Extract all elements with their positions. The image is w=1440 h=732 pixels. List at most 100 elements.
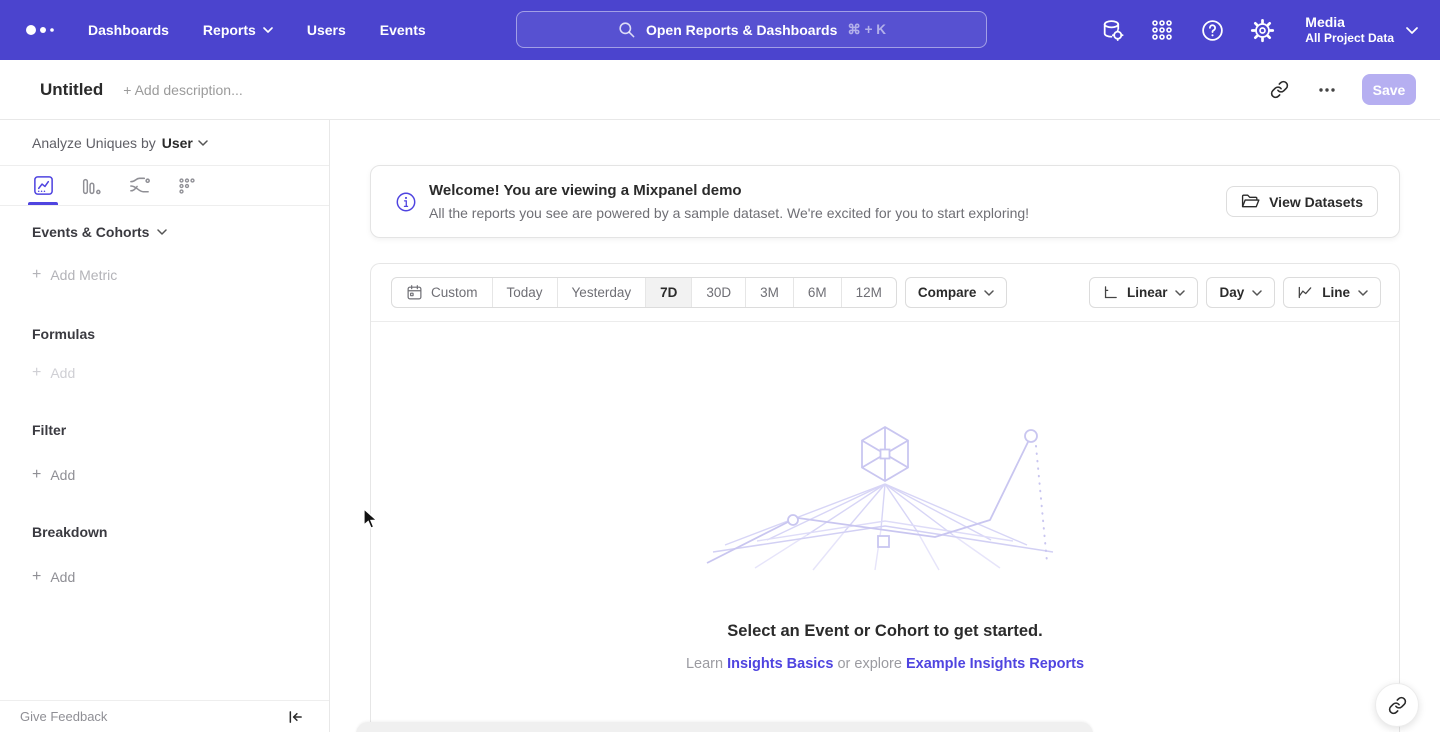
range-label: Custom bbox=[431, 285, 478, 300]
breakdown-label: Breakdown bbox=[32, 524, 107, 540]
chevron-down-icon bbox=[198, 140, 208, 146]
plus-icon: + bbox=[32, 568, 41, 586]
nav-label: Reports bbox=[203, 22, 256, 38]
or-explore-text: or explore bbox=[837, 656, 901, 672]
range-30d[interactable]: 30D bbox=[691, 278, 745, 307]
search-placeholder: Open Reports & Dashboards bbox=[646, 22, 837, 38]
search-shortcut-hint: ⌘ + K bbox=[847, 22, 886, 38]
plus-icon: + bbox=[32, 266, 41, 284]
chevron-down-icon bbox=[157, 229, 167, 235]
nav-label: Dashboards bbox=[88, 22, 169, 38]
report-title[interactable]: Untitled bbox=[40, 80, 103, 100]
sidebar-footer: Give Feedback bbox=[0, 700, 329, 732]
more-options-icon[interactable] bbox=[1314, 77, 1340, 103]
analyze-entity-dropdown[interactable]: User bbox=[162, 135, 208, 151]
project-name: Media bbox=[1305, 14, 1394, 31]
granularity-dropdown[interactable]: Day bbox=[1206, 277, 1275, 308]
add-filter-button[interactable]: + Add bbox=[32, 466, 75, 484]
bar-chart-icon bbox=[80, 175, 102, 197]
compare-dropdown[interactable]: Compare bbox=[905, 277, 1008, 308]
report-toolbar: Untitled + Add description... Save bbox=[0, 60, 1440, 120]
linear-axes-icon bbox=[1102, 284, 1119, 301]
add-breakdown-button[interactable]: + Add bbox=[32, 568, 75, 586]
insights-basics-link[interactable]: Insights Basics bbox=[727, 656, 833, 672]
tab-flow-chart[interactable] bbox=[126, 166, 152, 205]
add-metric-label: Add Metric bbox=[50, 267, 117, 283]
primary-nav: Dashboards Reports Users Events bbox=[88, 22, 426, 38]
nav-item-events[interactable]: Events bbox=[380, 22, 426, 38]
project-selector[interactable]: Media All Project Data bbox=[1305, 14, 1418, 46]
learn-prefix: Learn bbox=[686, 656, 723, 672]
range-label: Today bbox=[507, 285, 543, 300]
filter-label: Filter bbox=[32, 422, 66, 438]
range-today[interactable]: Today bbox=[492, 278, 557, 307]
empty-state-title: Select an Event or Cohort to get started… bbox=[727, 622, 1042, 641]
results-panel-peek[interactable] bbox=[356, 722, 1093, 732]
view-datasets-button[interactable]: View Datasets bbox=[1226, 186, 1378, 217]
filter-heading: Filter bbox=[32, 422, 66, 438]
formulas-heading: Formulas bbox=[32, 326, 95, 342]
analyze-prefix-label: Analyze Uniques by bbox=[32, 135, 156, 151]
range-label: Yesterday bbox=[572, 285, 632, 300]
chart-display-controls: Linear Day Line bbox=[1089, 277, 1381, 308]
range-7d-selected[interactable]: 7D bbox=[645, 278, 691, 307]
range-yesterday[interactable]: Yesterday bbox=[557, 278, 646, 307]
top-navigation-bar: Dashboards Reports Users Events Open Rep… bbox=[0, 0, 1440, 60]
folder-open-icon bbox=[1241, 193, 1260, 210]
events-cohorts-heading[interactable]: Events & Cohorts bbox=[32, 224, 167, 240]
chevron-down-icon bbox=[1252, 290, 1262, 296]
mixpanel-logo[interactable] bbox=[24, 22, 58, 38]
nav-item-users[interactable]: Users bbox=[307, 22, 346, 38]
tab-bar-chart[interactable] bbox=[78, 166, 104, 205]
range-12m[interactable]: 12M bbox=[841, 278, 896, 307]
chart-controls-row: Custom Today Yesterday 7D 30D 3M 6M 12M … bbox=[371, 264, 1399, 322]
example-reports-link[interactable]: Example Insights Reports bbox=[906, 656, 1084, 672]
empty-state-illustration bbox=[695, 422, 1075, 572]
range-custom[interactable]: Custom bbox=[392, 278, 492, 307]
nav-item-dashboards[interactable]: Dashboards bbox=[88, 22, 169, 38]
chart-type-dropdown[interactable]: Line bbox=[1283, 277, 1381, 308]
share-link-floating-button[interactable] bbox=[1375, 683, 1419, 727]
help-icon[interactable] bbox=[1199, 17, 1225, 43]
tab-insights-chart[interactable] bbox=[30, 166, 56, 205]
scale-dropdown[interactable]: Linear bbox=[1089, 277, 1199, 308]
apps-grid-icon[interactable] bbox=[1149, 17, 1175, 43]
global-search-input[interactable]: Open Reports & Dashboards ⌘ + K bbox=[516, 11, 987, 48]
banner-text: Welcome! You are viewing a Mixpanel demo… bbox=[429, 180, 1029, 223]
flow-chart-icon bbox=[128, 174, 151, 197]
add-formula-button[interactable]: + Add bbox=[32, 364, 75, 382]
range-3m[interactable]: 3M bbox=[745, 278, 793, 307]
date-range-segmented-control: Custom Today Yesterday 7D 30D 3M 6M 12M bbox=[391, 277, 897, 308]
range-6m[interactable]: 6M bbox=[793, 278, 841, 307]
save-button[interactable]: Save bbox=[1362, 74, 1416, 105]
breakdown-heading: Breakdown bbox=[32, 524, 107, 540]
add-metric-button[interactable]: + Add Metric bbox=[32, 266, 117, 284]
add-breakdown-label: Add bbox=[50, 569, 75, 585]
collapse-sidebar-icon[interactable] bbox=[285, 707, 305, 727]
view-datasets-label: View Datasets bbox=[1269, 194, 1363, 210]
copy-link-icon[interactable] bbox=[1266, 77, 1292, 103]
compare-label: Compare bbox=[918, 285, 977, 300]
empty-state-area: Select an Event or Cohort to get started… bbox=[371, 322, 1399, 672]
range-label: 30D bbox=[706, 285, 731, 300]
analyze-uniques-row: Analyze Uniques by User bbox=[0, 120, 329, 166]
nav-item-reports[interactable]: Reports bbox=[203, 22, 273, 38]
settings-gear-icon[interactable] bbox=[1249, 17, 1275, 43]
retention-grid-icon bbox=[176, 175, 198, 197]
tab-retention-chart[interactable] bbox=[174, 166, 200, 205]
range-label: 12M bbox=[856, 285, 882, 300]
add-filter-label: Add bbox=[50, 467, 75, 483]
plus-icon: + bbox=[32, 466, 41, 484]
chevron-down-icon bbox=[1175, 290, 1185, 296]
nav-label: Users bbox=[307, 22, 346, 38]
insights-chart-icon bbox=[32, 174, 55, 197]
data-management-icon[interactable] bbox=[1099, 17, 1125, 43]
line-chart-icon bbox=[1296, 284, 1314, 301]
banner-subtitle: All the reports you see are powered by a… bbox=[429, 203, 1029, 223]
link-icon bbox=[1388, 696, 1407, 715]
add-description-field[interactable]: + Add description... bbox=[123, 82, 242, 98]
range-label: 6M bbox=[808, 285, 827, 300]
toolbar-actions: Save bbox=[1266, 74, 1416, 105]
give-feedback-link[interactable]: Give Feedback bbox=[20, 709, 107, 724]
scale-label: Linear bbox=[1127, 285, 1168, 300]
